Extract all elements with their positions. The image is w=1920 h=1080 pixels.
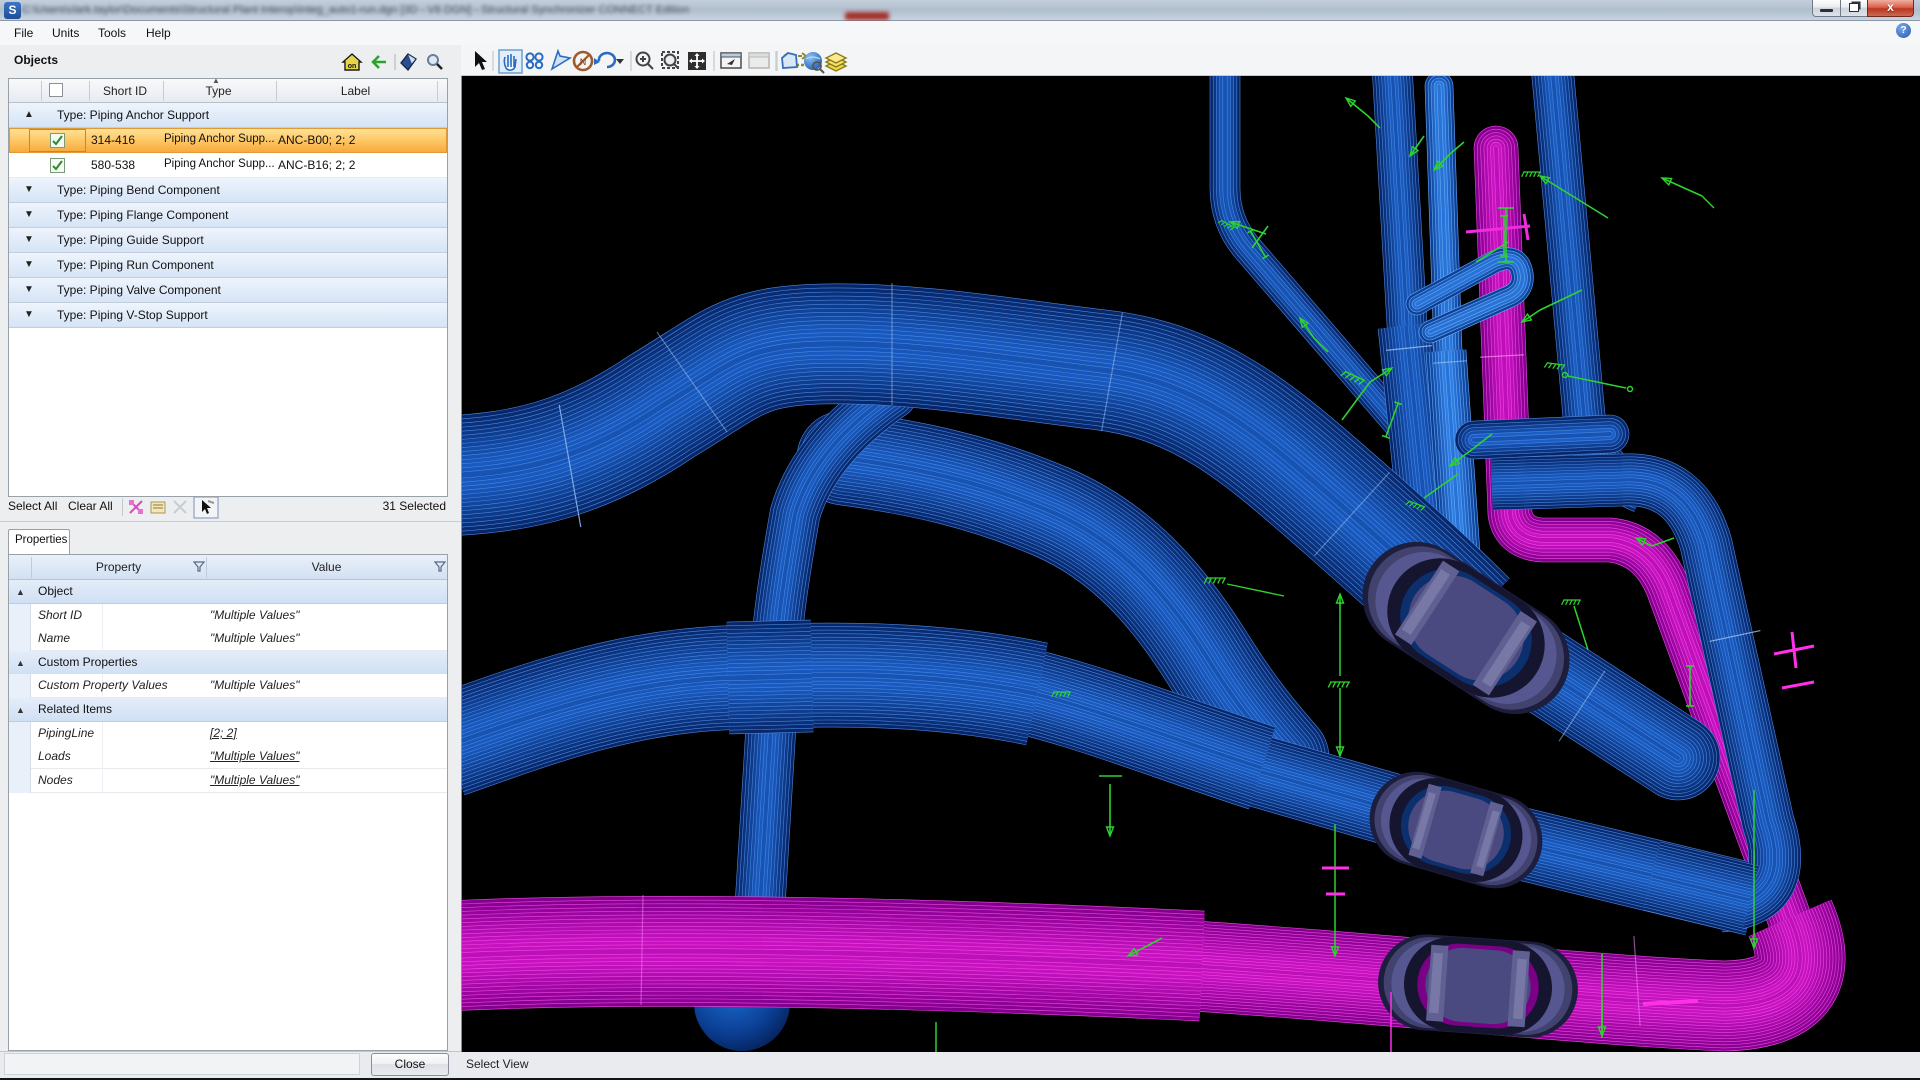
svg-text:on: on [348,63,357,70]
svg-text:N: N [580,57,587,67]
